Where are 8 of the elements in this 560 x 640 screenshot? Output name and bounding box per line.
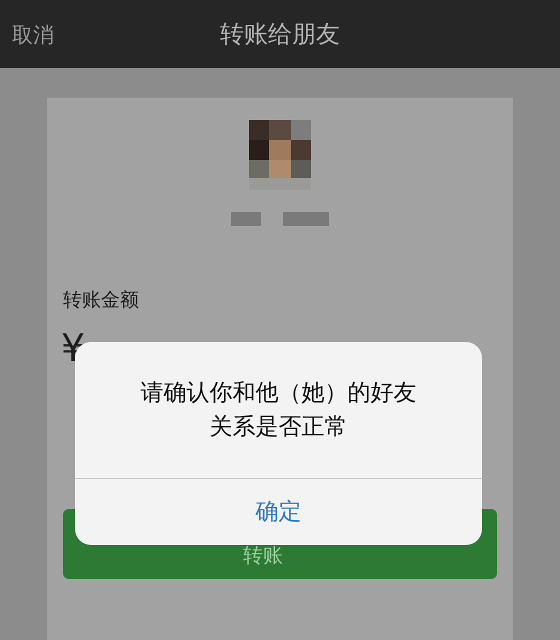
- page-title: 转账给朋友: [220, 19, 340, 50]
- transfer-button[interactable]: 转账: [243, 542, 283, 566]
- confirm-button[interactable]: 确定: [75, 479, 482, 545]
- blurred-name: [283, 212, 329, 226]
- dialog-message: 请确认你和他（她）的好友 关系是否正常: [140, 379, 416, 442]
- blurred-name: [231, 212, 261, 226]
- amount-label: 转账金额: [63, 288, 140, 313]
- cancel-button[interactable]: 取消: [12, 20, 54, 52]
